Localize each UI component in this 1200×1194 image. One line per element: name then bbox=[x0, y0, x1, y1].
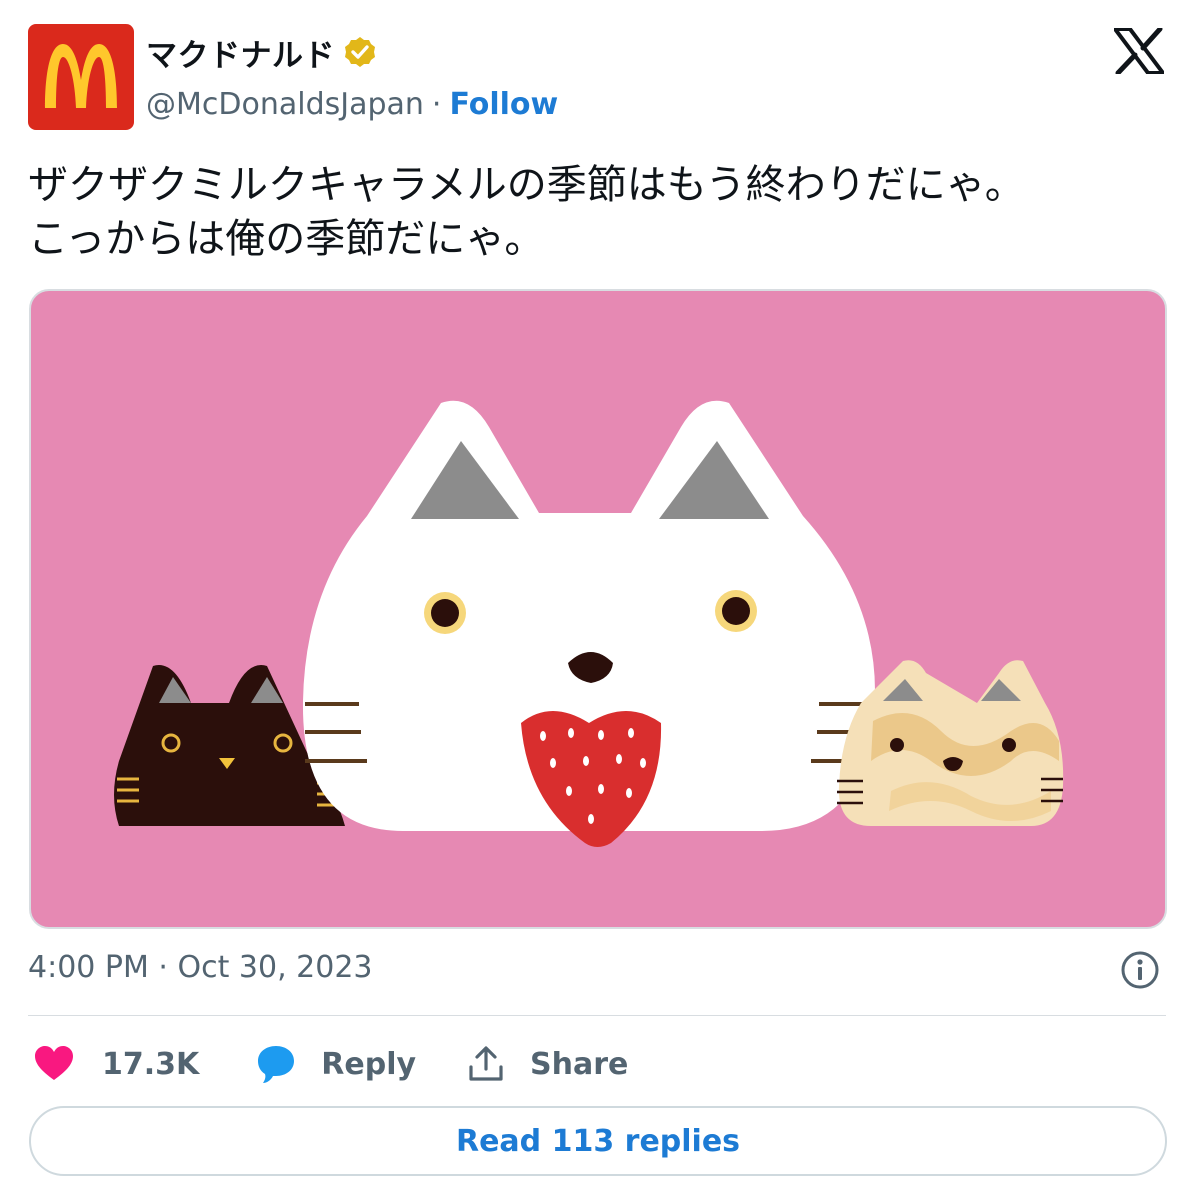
reply-button[interactable]: Reply bbox=[255, 1044, 416, 1084]
action-bar: 17.3K Reply Share bbox=[28, 1036, 628, 1092]
author-handle[interactable]: @McDonaldsJapan bbox=[146, 87, 424, 122]
white-cat bbox=[302, 400, 875, 847]
tweet-timestamp[interactable]: 4:00 PM · Oct 30, 2023 bbox=[28, 950, 373, 985]
cats-illustration bbox=[114, 400, 1064, 847]
read-replies-button[interactable]: Read 113 replies bbox=[29, 1106, 1167, 1176]
author-name-row: マクドナルド bbox=[146, 30, 377, 74]
tweet-text: ザクザクミルクキャラメルの季節はもう終わりだにゃ。 こっからは俺の季節だにゃ。 bbox=[28, 162, 1025, 262]
like-count: 17.3K bbox=[102, 1046, 200, 1082]
info-icon[interactable] bbox=[1120, 950, 1160, 990]
avatar[interactable] bbox=[28, 24, 134, 130]
reply-bubble-icon bbox=[258, 1046, 295, 1083]
verified-badge-icon bbox=[345, 37, 375, 67]
share-icon bbox=[469, 1046, 503, 1081]
tweet-image[interactable] bbox=[29, 289, 1167, 929]
share-label: Share bbox=[530, 1046, 629, 1082]
author-handle-row: @McDonaldsJapan · Follow bbox=[146, 82, 558, 126]
divider bbox=[28, 1015, 1166, 1016]
like-button[interactable]: 17.3K bbox=[34, 1046, 199, 1082]
heart-icon bbox=[35, 1046, 73, 1080]
x-logo-icon[interactable] bbox=[1114, 28, 1164, 74]
follow-button[interactable]: Follow bbox=[449, 87, 558, 122]
reply-label: Reply bbox=[321, 1046, 417, 1082]
share-button[interactable]: Share bbox=[468, 1045, 628, 1083]
display-name[interactable]: マクドナルド bbox=[146, 30, 335, 75]
tweet-card: マクドナルド @McDonaldsJapan · Follow ザクザクミルクキ… bbox=[0, 0, 1200, 1194]
separator-dot: · bbox=[431, 86, 442, 122]
mcdonalds-logo-icon bbox=[45, 44, 117, 108]
